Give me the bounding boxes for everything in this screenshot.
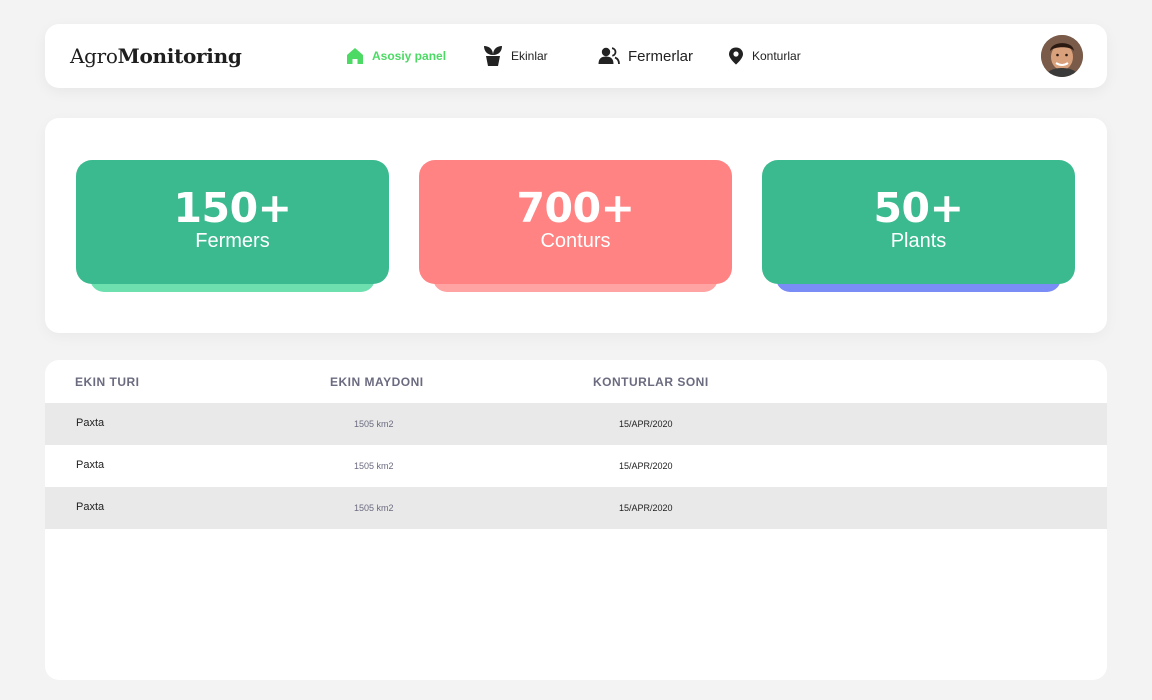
app-logo[interactable]: AgroMonitoring bbox=[70, 44, 242, 68]
stat-card-fermers[interactable]: 150+ Fermers bbox=[76, 160, 389, 292]
stat-card-plants[interactable]: 50+ Plants bbox=[762, 160, 1075, 292]
nav-label: Asosiy panel bbox=[372, 49, 447, 63]
column-header-konturlar-soni[interactable]: KONTURLAR SONI bbox=[593, 375, 709, 389]
stats-panel: 150+ Fermers 700+ Conturs 50+ Plants bbox=[45, 118, 1107, 333]
nav-item-konturlar[interactable]: Konturlar bbox=[728, 45, 801, 67]
logo-light-text: Agro bbox=[70, 44, 118, 68]
table-row[interactable]: Paxta 1505 km2 15/APR/2020 bbox=[45, 403, 1107, 445]
table-row[interactable]: Paxta 1505 km2 15/APR/2020 bbox=[45, 487, 1107, 529]
cell-konturlar-soni: 15/APR/2020 bbox=[619, 419, 673, 429]
cell-ekin-turi: Paxta bbox=[76, 501, 105, 513]
plant-icon bbox=[483, 45, 503, 67]
top-navbar: AgroMonitoring Asosiy panel Ekinlar Ferm… bbox=[45, 24, 1107, 88]
nav-label: Fermerlar bbox=[628, 47, 694, 65]
stat-label: Conturs bbox=[540, 230, 611, 252]
nav-label: Ekinlar bbox=[511, 49, 548, 63]
logo-bold-text: Monitoring bbox=[117, 44, 242, 68]
users-icon bbox=[598, 47, 620, 65]
table-row[interactable]: Paxta 1505 km2 15/APR/2020 bbox=[45, 445, 1107, 487]
data-table: EKIN TURI EKIN MAYDONI KONTURLAR SONI Pa… bbox=[45, 360, 1107, 680]
cell-konturlar-soni: 15/APR/2020 bbox=[619, 461, 673, 471]
nav-label: Konturlar bbox=[752, 49, 801, 63]
nav-item-fermerlar[interactable]: Fermerlar bbox=[598, 45, 693, 67]
stat-value: 700+ bbox=[516, 184, 635, 232]
stat-card-body: 150+ Fermers bbox=[76, 160, 389, 284]
cell-ekin-turi: Paxta bbox=[76, 459, 105, 471]
cell-ekin-maydoni: 1505 km2 bbox=[354, 419, 394, 429]
column-header-ekin-turi[interactable]: EKIN TURI bbox=[75, 375, 140, 389]
cell-ekin-maydoni: 1505 km2 bbox=[354, 461, 394, 471]
cell-ekin-turi: Paxta bbox=[76, 417, 105, 429]
stat-card-conturs[interactable]: 700+ Conturs bbox=[419, 160, 732, 292]
nav-item-asosiy-panel[interactable]: Asosiy panel bbox=[346, 45, 446, 67]
stat-value: 150+ bbox=[173, 184, 292, 232]
cell-ekin-maydoni: 1505 km2 bbox=[354, 503, 394, 513]
stat-card-body: 50+ Plants bbox=[762, 160, 1075, 284]
location-pin-icon bbox=[728, 47, 744, 65]
user-avatar[interactable] bbox=[1041, 35, 1083, 77]
stat-value: 50+ bbox=[873, 184, 964, 232]
column-header-ekin-maydoni[interactable]: EKIN MAYDONI bbox=[330, 375, 424, 389]
home-icon bbox=[346, 47, 364, 65]
nav-item-ekinlar[interactable]: Ekinlar bbox=[483, 45, 548, 67]
cell-konturlar-soni: 15/APR/2020 bbox=[619, 503, 673, 513]
stat-label: Fermers bbox=[195, 230, 270, 252]
stat-label: Plants bbox=[890, 230, 947, 252]
stat-card-body: 700+ Conturs bbox=[419, 160, 732, 284]
